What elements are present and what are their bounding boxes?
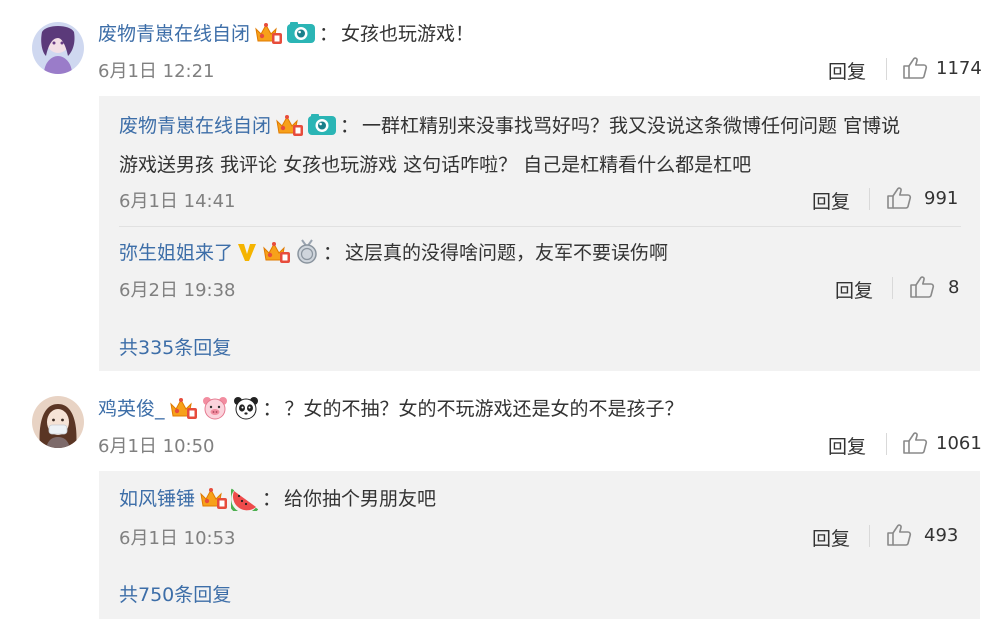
reply-text-line2: 游戏送男孩 我评论 女孩也玩游戏 这句话咋啦？ 自己是杠精看什么都是杠吧 bbox=[119, 154, 752, 176]
like-count: 493 bbox=[924, 525, 959, 546]
comment-username[interactable]: 鸡英俊_ bbox=[98, 394, 165, 421]
divider bbox=[869, 188, 870, 210]
vip-crown-icon[interactable] bbox=[274, 113, 304, 137]
comment-colon: ： bbox=[319, 23, 339, 45]
thumbs-up-icon[interactable] bbox=[902, 56, 928, 80]
panda-icon[interactable] bbox=[232, 395, 260, 421]
avatar[interactable] bbox=[32, 22, 84, 74]
camera-badge-icon[interactable] bbox=[307, 113, 337, 137]
comment-colon: ： bbox=[262, 398, 282, 420]
divider bbox=[119, 226, 961, 227]
comment-timestamp: 6月1日 12:21 bbox=[98, 61, 215, 82]
reply-button[interactable]: 回复 bbox=[835, 276, 873, 303]
thumbs-up-icon[interactable] bbox=[886, 523, 912, 547]
reply-username[interactable]: 废物青崽在线自闭 bbox=[119, 111, 271, 138]
comment-text: ？女的不抽？女的不玩游戏还是女的不是孩子？ bbox=[284, 398, 684, 420]
vip-crown-icon[interactable] bbox=[261, 240, 291, 264]
reply-username[interactable]: 弥生姐姐来了 bbox=[119, 238, 233, 265]
like-count: 1174 bbox=[936, 58, 982, 79]
divider bbox=[886, 58, 887, 80]
reply-text: 这层真的没得啥问题，友军不要误伤啊 bbox=[345, 242, 669, 264]
reply-text-line1: 一群杠精别来没事找骂好吗？我又没说这条微博任何问题 官博说 bbox=[362, 115, 901, 137]
comment-timestamp: 6月1日 10:50 bbox=[98, 436, 215, 457]
reply-colon: ： bbox=[262, 488, 282, 510]
like-count: 991 bbox=[924, 188, 959, 209]
v-verified-icon[interactable] bbox=[236, 240, 258, 264]
reply-button[interactable]: 回复 bbox=[812, 187, 850, 214]
divider bbox=[886, 433, 887, 455]
vip-crown-icon[interactable] bbox=[253, 21, 283, 45]
avatar[interactable] bbox=[32, 396, 84, 448]
comment-username[interactable]: 废物青崽在线自闭 bbox=[98, 19, 250, 46]
watermelon-icon[interactable] bbox=[231, 485, 259, 511]
reply-text: 给你抽个男朋友吧 bbox=[284, 488, 437, 510]
vip-crown-icon[interactable] bbox=[198, 486, 228, 510]
reply-timestamp: 6月1日 14:41 bbox=[119, 191, 236, 212]
like-count: 8 bbox=[948, 277, 960, 298]
like-count: 1061 bbox=[936, 433, 982, 454]
reply-button[interactable]: 回复 bbox=[828, 57, 866, 84]
thumbs-up-icon[interactable] bbox=[886, 186, 912, 210]
camera-badge-icon[interactable] bbox=[286, 21, 316, 45]
more-replies-link[interactable]: 共335条回复 bbox=[119, 333, 231, 360]
reply-username[interactable]: 如风锤锤 bbox=[119, 484, 195, 511]
reply-button[interactable]: 回复 bbox=[812, 524, 850, 551]
comment-text: 女孩也玩游戏！ bbox=[341, 23, 475, 45]
reply-colon: ： bbox=[323, 242, 343, 264]
reply-timestamp: 6月1日 10:53 bbox=[119, 528, 236, 549]
divider bbox=[869, 525, 870, 547]
reply-button[interactable]: 回复 bbox=[828, 432, 866, 459]
pig-face-icon[interactable] bbox=[201, 395, 229, 421]
thumbs-up-icon[interactable] bbox=[902, 431, 928, 455]
medal-icon[interactable] bbox=[294, 238, 320, 265]
vip-crown-icon[interactable] bbox=[168, 396, 198, 420]
more-replies-link[interactable]: 共750条回复 bbox=[119, 580, 231, 607]
reply-timestamp: 6月2日 19:38 bbox=[119, 280, 236, 301]
reply-colon: ： bbox=[340, 115, 360, 137]
divider bbox=[892, 277, 893, 299]
thumbs-up-icon[interactable] bbox=[909, 275, 935, 299]
